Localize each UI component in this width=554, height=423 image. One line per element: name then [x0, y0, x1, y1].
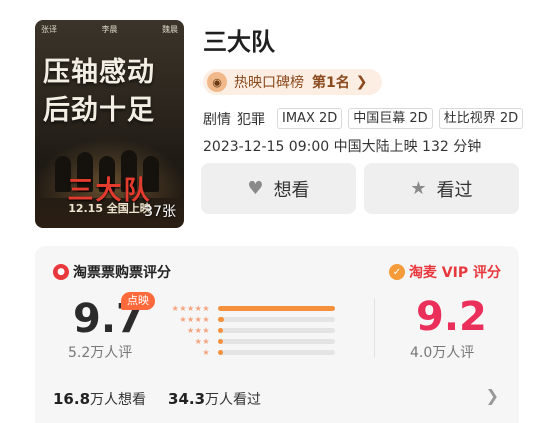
divider: [374, 298, 375, 358]
preview-badge: 点映: [121, 292, 155, 310]
chevron-right-icon: ❯: [355, 74, 368, 90]
release-info: 2023-12-15 09:00 中国大陆上映 132 分钟: [203, 139, 482, 155]
poster-headline-line: 压轴感动: [43, 57, 155, 88]
rank-badge[interactable]: ◉ 热映口碑榜 第1名 ❯: [203, 69, 382, 95]
poster-cast-name: 魏晨: [162, 25, 178, 34]
vip-score: 9.2: [416, 294, 487, 340]
poster-cast-name: 李晨: [101, 25, 118, 34]
want-count: 16.8: [53, 390, 91, 408]
watched-button[interactable]: ★ 看过: [364, 163, 519, 214]
seen-count: 34.3: [168, 390, 206, 408]
vip-rating-source-label: 淘麦 VIP 评分: [408, 265, 501, 281]
format-tag: 杜比视界 2D: [438, 108, 524, 129]
distribution-bar: [218, 306, 335, 311]
distribution-stars: ★★★★: [179, 315, 210, 324]
format-tag: IMAX 2D: [277, 108, 343, 129]
distribution-stars: ★★★: [186, 326, 210, 335]
distribution-row: ★★★★★: [160, 303, 335, 314]
distribution-stars: ★★: [194, 337, 210, 346]
audience-stats[interactable]: 16.8 万人想看 34.3 万人看过: [53, 389, 261, 409]
heart-icon: ♥: [247, 178, 264, 199]
poster-cast-name: 张译: [41, 25, 57, 34]
distribution-bar-fill: [218, 350, 223, 355]
distribution-bar: [218, 339, 335, 344]
vip-rating-source[interactable]: ✓ 淘麦 VIP 评分: [388, 262, 501, 282]
rating-card: ● 淘票票购票评分 ✓ 淘麦 VIP 评分 9.7 点映 5.2万人评 ★★★★…: [35, 246, 519, 423]
ticket-vote-count: 5.2万人评: [68, 345, 133, 361]
want-suffix: 万人想看: [90, 392, 147, 408]
ranking-face-icon: ◉: [207, 72, 227, 92]
poster-headline: 压轴感动 后劲十足: [43, 54, 176, 130]
distribution-bar: [218, 328, 335, 333]
watched-label: 看过: [436, 179, 473, 201]
want-to-watch-label: 想看: [273, 179, 310, 201]
distribution-bar-fill: [218, 328, 223, 333]
format-tag: 中国巨幕 2D: [348, 108, 433, 129]
seen-suffix: 万人看过: [205, 392, 262, 408]
poster-cast: 张译 李晨 魏晨: [41, 24, 178, 35]
poster-headline-line: 后劲十足: [43, 95, 155, 126]
distribution-bar-fill: [218, 317, 224, 322]
movie-tags: 剧情 犯罪 IMAX 2D 中国巨幕 2D 杜比视界 2D: [203, 108, 524, 129]
star-icon: ★: [410, 178, 427, 199]
genre-label: 剧情: [203, 111, 231, 128]
distribution-row: ★★★: [160, 325, 335, 336]
star-distribution: ★★★★★ ★★★★ ★★★ ★★ ★: [160, 303, 335, 358]
ticket-rating-source-label: 淘票票购票评分: [73, 265, 171, 281]
ticket-rating-source[interactable]: ● 淘票票购票评分: [53, 262, 171, 282]
genre-label: 犯罪: [237, 111, 265, 128]
distribution-row: ★★★★: [160, 314, 335, 325]
taomai-logo-icon: ✓: [388, 264, 405, 280]
distribution-stars: ★: [202, 348, 210, 357]
movie-poster[interactable]: 张译 李晨 魏晨 压轴感动 后劲十足 三大队 12.15 全国上映 37张: [35, 20, 184, 228]
distribution-bar: [218, 350, 335, 355]
rank-value: 第1名: [312, 75, 350, 91]
chevron-right-icon[interactable]: ❯: [486, 386, 499, 405]
vip-vote-count: 4.0万人评: [410, 345, 475, 361]
rank-label: 热映口碑榜: [234, 75, 304, 91]
distribution-bar-fill: [218, 339, 223, 344]
distribution-bar: [218, 317, 335, 322]
distribution-row: ★: [160, 347, 335, 358]
taopiaopiao-logo-icon: ●: [53, 264, 69, 280]
want-to-watch-button[interactable]: ♥ 想看: [201, 163, 356, 214]
distribution-bar-fill: [218, 306, 335, 311]
movie-title: 三大队: [203, 28, 275, 56]
distribution-stars: ★★★★★: [171, 304, 210, 313]
distribution-row: ★★: [160, 336, 335, 347]
poster-image-count: 37张: [144, 204, 176, 220]
